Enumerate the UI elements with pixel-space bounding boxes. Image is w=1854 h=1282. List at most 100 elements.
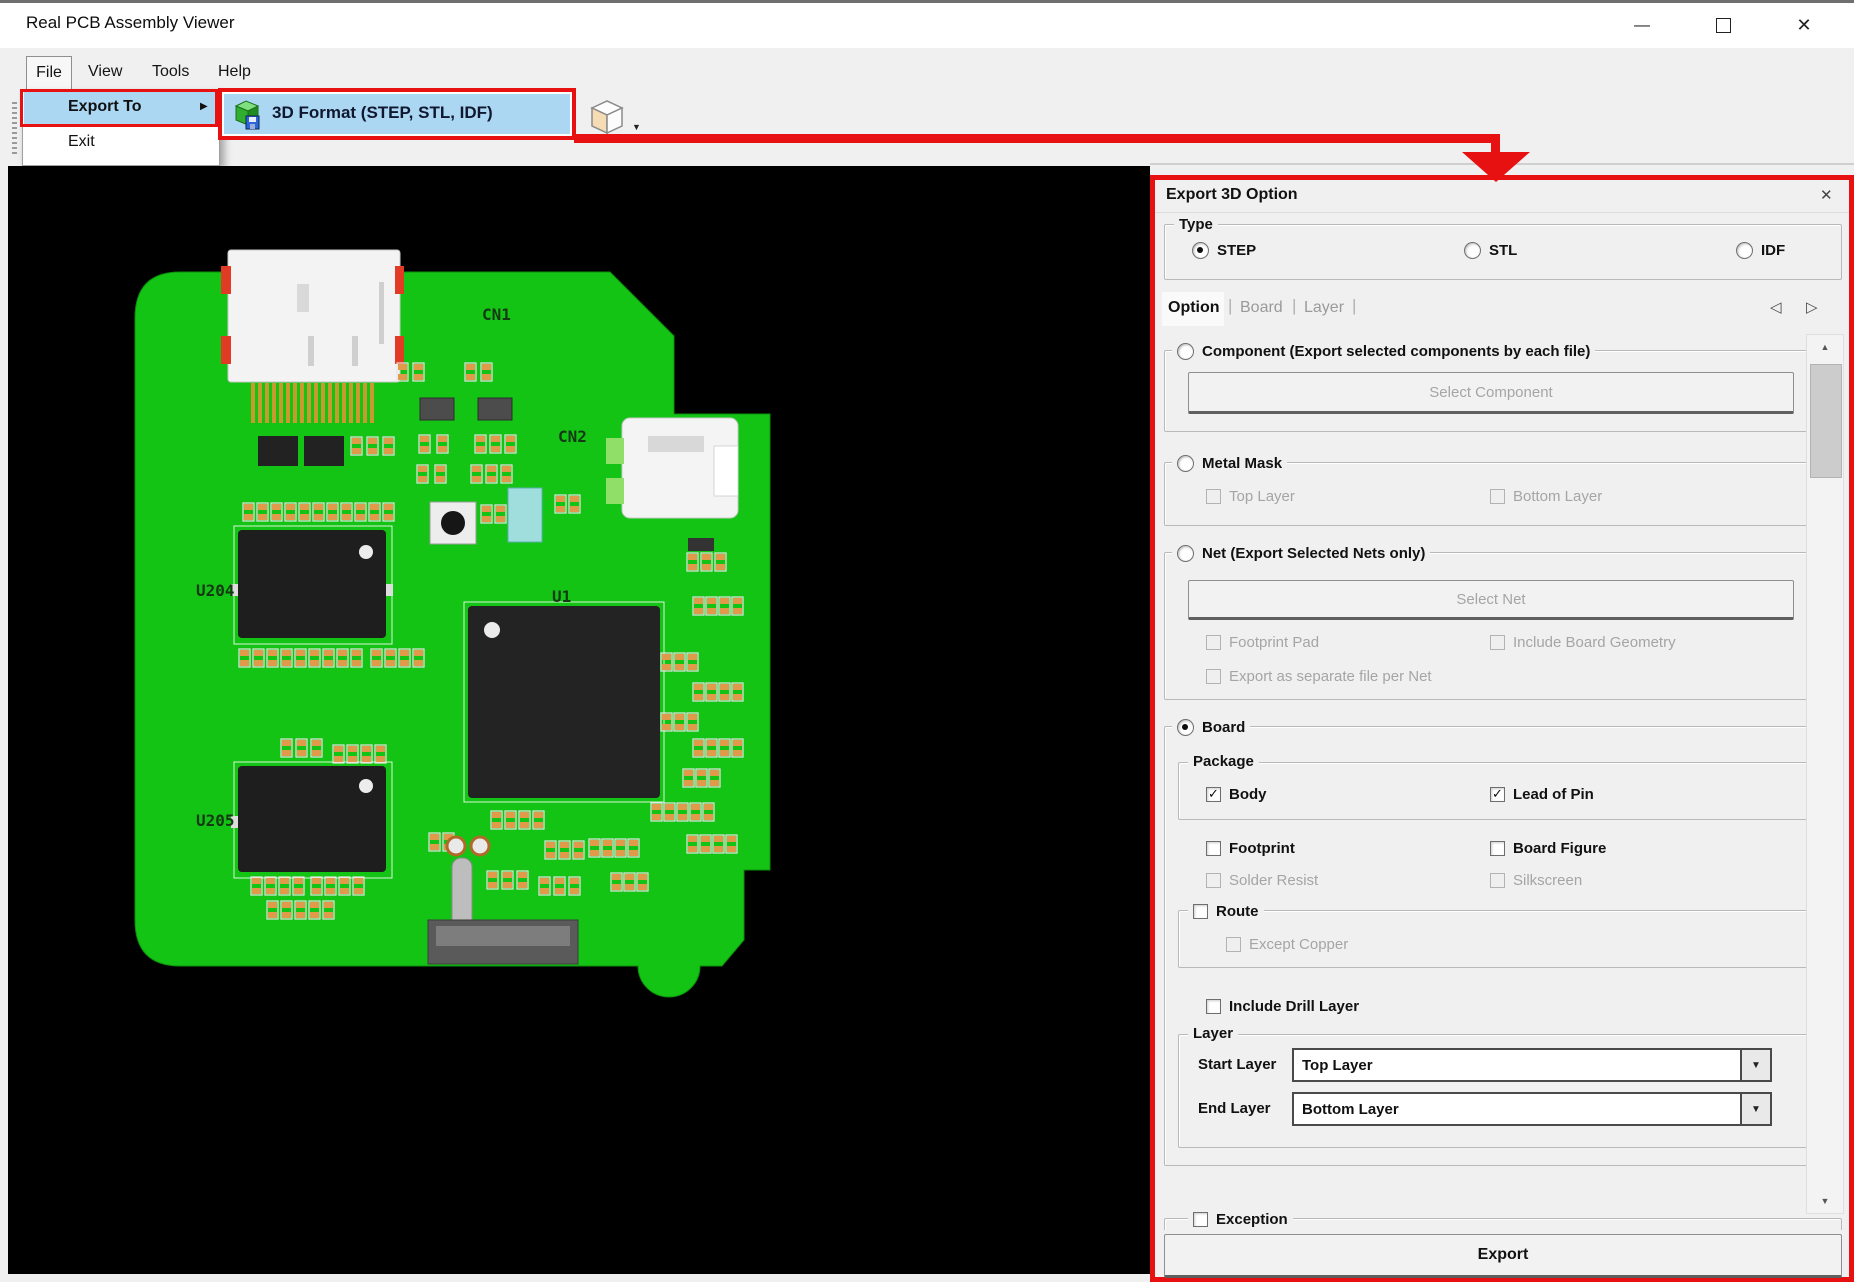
checkbox-include-board-geometry-box: [1490, 635, 1505, 650]
checkbox-include-board-geometry[interactable]: Include Board Geometry: [1490, 632, 1676, 652]
maximize-button[interactable]: [1688, 3, 1758, 48]
export-3d-icon: [232, 98, 262, 130]
checkbox-route[interactable]: Route: [1188, 901, 1264, 921]
export-button-label: Export: [1478, 1246, 1529, 1264]
window-title: Real PCB Assembly Viewer: [26, 13, 235, 33]
start-layer-label: Start Layer: [1198, 1056, 1276, 1073]
scroll-down-icon[interactable]: ▼: [1807, 1189, 1843, 1213]
checkbox-lead-of-pin-label: Lead of Pin: [1513, 786, 1594, 803]
close-button[interactable]: ✕: [1769, 3, 1839, 48]
select-component-button[interactable]: Select Component: [1188, 372, 1794, 414]
checkbox-board-figure[interactable]: Board Figure: [1490, 838, 1606, 858]
radio-metal-mask[interactable]: Metal Mask: [1172, 453, 1287, 473]
checkbox-separate-file-per-net-label: Export as separate file per Net: [1229, 668, 1432, 685]
radio-component[interactable]: Component (Export selected components by…: [1172, 341, 1595, 361]
end-layer-value: Bottom Layer: [1294, 1094, 1740, 1124]
checkbox-separate-file-per-net-box: [1206, 669, 1221, 684]
radio-net-label: Net (Export Selected Nets only): [1202, 545, 1425, 562]
checkbox-silkscreen[interactable]: Silkscreen: [1490, 870, 1582, 890]
checkbox-body[interactable]: ✓ Body: [1206, 784, 1267, 804]
window-border-left: [0, 96, 8, 1282]
svg-text:U205: U205: [196, 811, 235, 830]
radio-net-circle: [1177, 545, 1194, 562]
checkbox-solder-resist[interactable]: Solder Resist: [1206, 870, 1318, 890]
start-layer-value: Top Layer: [1294, 1050, 1740, 1080]
start-layer-dropdown-icon[interactable]: ▼: [1740, 1050, 1770, 1080]
menu-item-view[interactable]: View: [88, 63, 122, 81]
checkbox-top-layer[interactable]: Top Layer: [1206, 486, 1295, 506]
scroll-up-icon[interactable]: ▲: [1807, 335, 1843, 359]
checkbox-route-label: Route: [1216, 903, 1259, 920]
menu-item-tools[interactable]: Tools: [152, 63, 189, 81]
checkbox-silkscreen-box: [1490, 873, 1505, 888]
checkbox-top-layer-box: [1206, 489, 1221, 504]
radio-step-label: STEP: [1217, 242, 1256, 259]
menu-item-help[interactable]: Help: [218, 63, 251, 81]
start-layer-combo[interactable]: Top Layer ▼: [1292, 1048, 1772, 1082]
checkbox-include-drill-layer[interactable]: Include Drill Layer: [1206, 996, 1359, 1016]
radio-idf-circle: [1736, 242, 1753, 259]
tab-layer[interactable]: Layer: [1304, 299, 1344, 317]
select-net-button[interactable]: Select Net: [1188, 580, 1794, 620]
radio-idf-label: IDF: [1761, 242, 1785, 259]
svg-text:U1: U1: [552, 587, 571, 606]
checkbox-route-box: [1193, 904, 1208, 919]
menu-item-file-label: File: [36, 64, 62, 82]
radio-stl-circle: [1464, 242, 1481, 259]
radio-metal-mask-label: Metal Mask: [1202, 455, 1282, 472]
menu-item-exit[interactable]: Exit: [68, 133, 95, 151]
checkbox-solder-resist-box: [1206, 873, 1221, 888]
checkbox-bottom-layer[interactable]: Bottom Layer: [1490, 486, 1602, 506]
maximize-icon: [1716, 18, 1731, 33]
svg-text:U204: U204: [196, 581, 235, 600]
checkbox-exception-box: [1193, 1212, 1208, 1227]
radio-stl[interactable]: STL: [1464, 240, 1517, 260]
select-component-label: Select Component: [1429, 384, 1552, 401]
radio-stl-label: STL: [1489, 242, 1517, 259]
toolbar-gripper[interactable]: [12, 102, 17, 156]
end-layer-label: End Layer: [1198, 1100, 1271, 1117]
checkbox-top-layer-label: Top Layer: [1229, 488, 1295, 505]
checkbox-solder-resist-label: Solder Resist: [1229, 872, 1318, 889]
checkbox-exception[interactable]: Exception: [1188, 1209, 1293, 1229]
scrollbar-thumb[interactable]: [1810, 364, 1842, 478]
minimize-button[interactable]: —: [1607, 3, 1677, 48]
radio-board[interactable]: Board: [1172, 717, 1250, 737]
tab-board[interactable]: Board: [1240, 299, 1283, 317]
pcb-view[interactable]: CN1CN2U1U204U205: [8, 166, 1150, 1274]
end-layer-dropdown-icon[interactable]: ▼: [1740, 1094, 1770, 1124]
app-window: Real PCB Assembly Viewer — ✕ File View T…: [0, 0, 1854, 1282]
tab-scroll-prev-icon[interactable]: ◁: [1770, 298, 1782, 316]
checkbox-include-drill-layer-box: [1206, 999, 1221, 1014]
export-button[interactable]: Export: [1164, 1234, 1842, 1278]
checkbox-silkscreen-label: Silkscreen: [1513, 872, 1582, 889]
radio-board-circle: [1177, 719, 1194, 736]
radio-step[interactable]: STEP: [1192, 240, 1256, 260]
checkbox-footprint-pad[interactable]: Footprint Pad: [1206, 632, 1319, 652]
checkbox-except-copper[interactable]: Except Copper: [1226, 934, 1348, 954]
checkbox-footprint-pad-box: [1206, 635, 1221, 650]
annotation-arrowhead: [1462, 152, 1530, 182]
radio-idf[interactable]: IDF: [1736, 240, 1785, 260]
tab-scroll-next-icon[interactable]: ▷: [1806, 298, 1818, 316]
checkbox-lead-of-pin[interactable]: ✓ Lead of Pin: [1490, 784, 1594, 804]
checkbox-lead-of-pin-box: ✓: [1490, 787, 1505, 802]
checkbox-footprint-box: [1206, 841, 1221, 856]
checkbox-bottom-layer-box: [1490, 489, 1505, 504]
radio-board-label: Board: [1202, 719, 1245, 736]
menu-item-file[interactable]: File: [26, 56, 72, 90]
checkbox-footprint[interactable]: Footprint: [1206, 838, 1295, 858]
type-legend: Type: [1174, 216, 1218, 233]
view-3d-caret-icon[interactable]: ▼: [632, 122, 641, 132]
tab-separator: |: [1292, 296, 1296, 316]
panel-title: Export 3D Option: [1166, 186, 1298, 204]
checkbox-separate-file-per-net[interactable]: Export as separate file per Net: [1206, 666, 1432, 686]
end-layer-combo[interactable]: Bottom Layer ▼: [1292, 1092, 1772, 1126]
radio-net[interactable]: Net (Export Selected Nets only): [1172, 543, 1430, 563]
3d-format-label: 3D Format (STEP, STL, IDF): [272, 103, 493, 123]
menu-item-3d-format[interactable]: 3D Format (STEP, STL, IDF): [224, 94, 570, 134]
radio-component-label: Component (Export selected components by…: [1202, 343, 1590, 360]
tab-option[interactable]: Option: [1168, 299, 1220, 317]
panel-close-icon[interactable]: ✕: [1820, 186, 1833, 204]
checkbox-except-copper-label: Except Copper: [1249, 936, 1348, 953]
